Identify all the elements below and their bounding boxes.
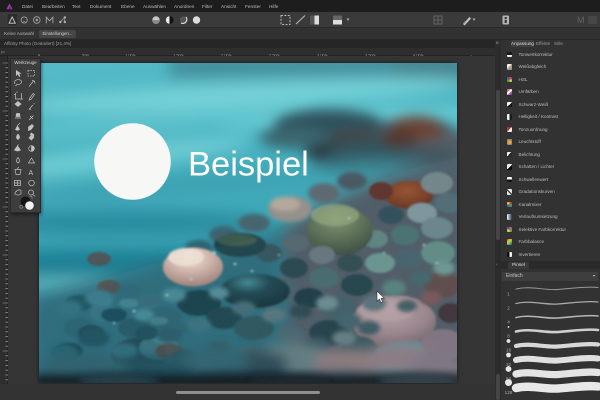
svg-text:32: 32 xyxy=(506,362,512,367)
svg-text:1: 1 xyxy=(507,292,510,297)
svg-text:A: A xyxy=(29,170,34,177)
svg-text:8: 8 xyxy=(507,334,510,339)
svg-text:64: 64 xyxy=(506,376,512,381)
svg-text:128: 128 xyxy=(505,390,513,395)
svg-text:2: 2 xyxy=(507,306,510,311)
svg-text:M: M xyxy=(577,15,585,25)
svg-text:16: 16 xyxy=(506,348,512,353)
svg-text:Beispiel: Beispiel xyxy=(188,146,309,184)
svg-text:4: 4 xyxy=(507,320,510,325)
